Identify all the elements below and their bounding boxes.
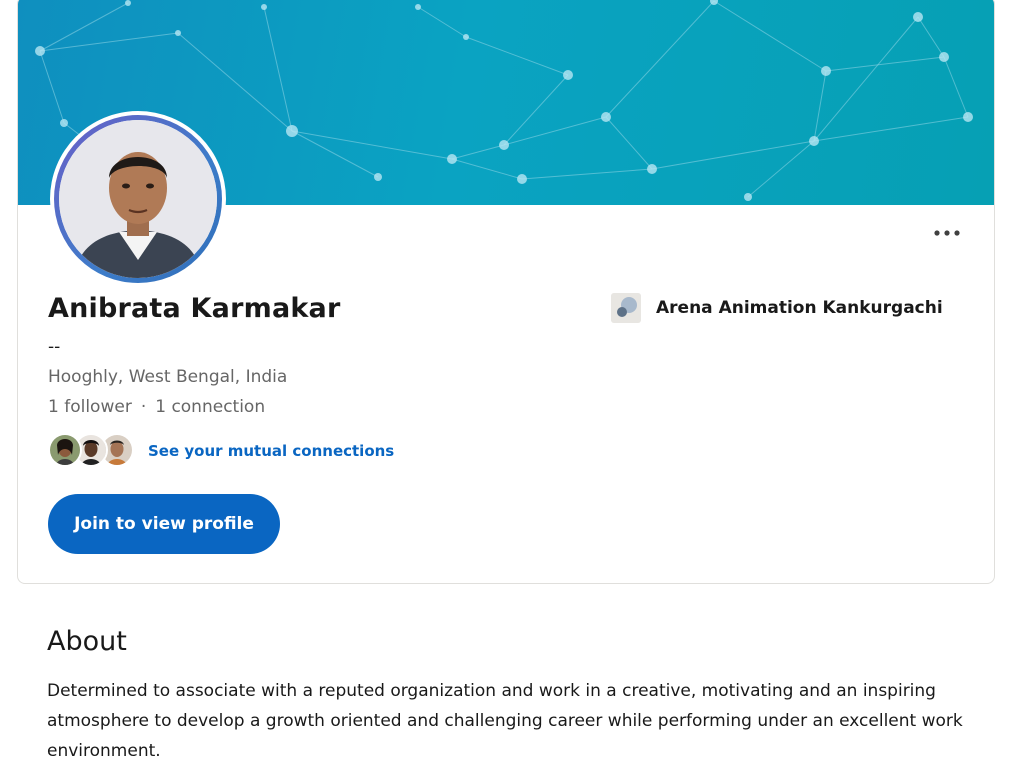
- open-to-work-ring: [54, 115, 222, 283]
- profile-photo: [59, 120, 217, 278]
- company-logo-icon: [611, 293, 641, 323]
- profile-page: Anibrata Karmakar -- Hooghly, West Benga…: [0, 0, 1023, 757]
- stats-separator: ·: [140, 397, 147, 417]
- mutual-connections[interactable]: See your mutual connections: [48, 431, 394, 471]
- profile-location: Hooghly, West Bengal, India: [48, 367, 288, 387]
- current-company[interactable]: Arena Animation Kankurgachi: [611, 293, 943, 323]
- mutual-avatars: [48, 431, 140, 471]
- profile-photo-icon: [59, 120, 217, 278]
- company-name: Arena Animation Kankurgachi: [656, 298, 943, 318]
- about-text: Determined to associate with a reputed o…: [47, 681, 963, 757]
- ellipsis-icon: [934, 230, 960, 236]
- more-options-button[interactable]: [930, 221, 964, 245]
- profile-avatar: [50, 111, 226, 287]
- mutual-avatar: [48, 433, 82, 467]
- join-to-view-profile-button[interactable]: Join to view profile: [48, 494, 280, 554]
- profile-name: Anibrata Karmakar: [48, 293, 341, 324]
- connections-count: 1 connection: [155, 397, 266, 417]
- about-heading: About: [47, 626, 127, 657]
- profile-top-card: Anibrata Karmakar -- Hooghly, West Benga…: [17, 0, 995, 584]
- profile-headline: --: [48, 337, 61, 357]
- mutual-connections-link[interactable]: See your mutual connections: [148, 442, 394, 460]
- followers-count: 1 follower: [48, 397, 132, 417]
- profile-stats: 1 follower · 1 connection: [48, 397, 265, 417]
